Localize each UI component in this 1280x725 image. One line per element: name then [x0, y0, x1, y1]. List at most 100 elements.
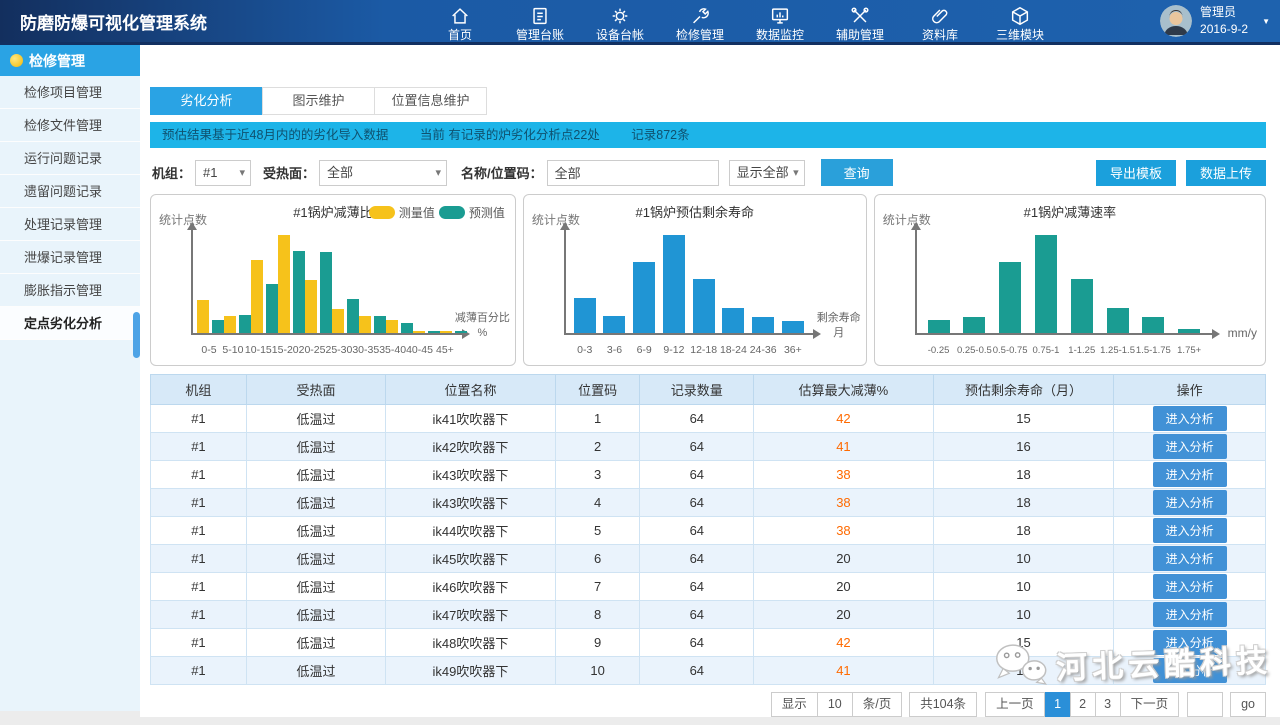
sidebar-item[interactable]: 泄爆记录管理	[0, 241, 140, 274]
y-axis	[191, 229, 193, 335]
go-button[interactable]: go	[1230, 692, 1266, 717]
bar-group	[659, 235, 689, 333]
bar-group	[251, 235, 278, 333]
sidebar-item[interactable]: 运行问题记录	[0, 142, 140, 175]
yellow-dot-icon	[10, 54, 23, 67]
chevron-down-icon[interactable]: ▼	[1262, 17, 1270, 26]
enter-analysis-button[interactable]: 进入分析	[1153, 546, 1227, 571]
cell-count: 64	[640, 573, 754, 601]
bar	[1071, 279, 1093, 333]
table-row: #1低温过ik41吹吹器下1644215进入分析	[151, 405, 1266, 433]
sidebar-item[interactable]: 检修文件管理	[0, 109, 140, 142]
cell-action: 进入分析	[1114, 545, 1266, 573]
bar	[603, 316, 625, 333]
nav-item-home[interactable]: 首页	[420, 2, 500, 41]
chart-xlabel: 剩余寿命月	[817, 311, 861, 341]
x-tick: 6-9	[629, 344, 659, 356]
x-axis	[191, 333, 463, 335]
legend-swatch	[369, 206, 395, 219]
display-select[interactable]: 显示全部	[729, 160, 805, 186]
nav-item-cube[interactable]: 三维模块	[980, 2, 1060, 41]
nav-item-paperclip[interactable]: 资料库	[900, 2, 980, 41]
unit-select[interactable]: #1	[195, 160, 251, 186]
nav-item-gear[interactable]: 设备台帐	[580, 2, 660, 41]
go-to-page-input[interactable]	[1187, 692, 1223, 717]
bar	[1107, 308, 1129, 333]
page-button-1[interactable]: 1	[1045, 692, 1071, 717]
legend-label: 预测值	[469, 204, 505, 221]
x-tick: 12-18	[689, 344, 719, 356]
bar-group	[359, 235, 386, 333]
nav-item-monitor[interactable]: 数据监控	[740, 2, 820, 41]
data-upload-button[interactable]: 数据上传	[1186, 160, 1266, 186]
export-template-button[interactable]: 导出模板	[1096, 160, 1176, 186]
tab-2[interactable]: 位置信息维护	[374, 87, 487, 115]
sidebar: 检修管理 检修项目管理检修文件管理运行问题记录遗留问题记录处理记录管理泄爆记录管…	[0, 45, 140, 711]
cell-count: 64	[640, 601, 754, 629]
cell-code: 8	[555, 601, 640, 629]
name-input[interactable]	[547, 160, 719, 186]
tab-1[interactable]: 图示维护	[262, 87, 375, 115]
cell-count: 64	[640, 657, 754, 685]
surface-select[interactable]: 全部	[319, 160, 447, 186]
cube-icon	[980, 5, 1060, 27]
x-tick: 24-36	[748, 344, 778, 356]
bar	[663, 235, 685, 333]
cell-code: 5	[555, 517, 640, 545]
sidebar-menu: 检修项目管理检修文件管理运行问题记录遗留问题记录处理记录管理泄爆记录管理膨胀指示…	[0, 76, 140, 340]
nav-item-tools[interactable]: 辅助管理	[820, 2, 900, 41]
next-page-button[interactable]: 下一页	[1120, 692, 1180, 717]
enter-analysis-button[interactable]: 进入分析	[1153, 490, 1227, 515]
enter-analysis-button[interactable]: 进入分析	[1153, 630, 1227, 655]
bar	[197, 300, 209, 333]
enter-analysis-button[interactable]: 进入分析	[1153, 658, 1227, 683]
chart-bars	[197, 235, 457, 333]
bar-group	[570, 235, 600, 333]
bar-group	[992, 235, 1028, 333]
sidebar-filler	[0, 340, 140, 711]
enter-analysis-button[interactable]: 进入分析	[1153, 462, 1227, 487]
bar	[413, 331, 425, 333]
nav-label: 管理台账	[500, 29, 580, 41]
cell-life: 16	[933, 657, 1114, 685]
nav-label: 设备台帐	[580, 29, 660, 41]
enter-analysis-button[interactable]: 进入分析	[1153, 602, 1227, 627]
enter-analysis-button[interactable]: 进入分析	[1153, 574, 1227, 599]
x-tick: 1-1.25	[1064, 345, 1100, 356]
enter-analysis-button[interactable]: 进入分析	[1153, 518, 1227, 543]
cell-name: ik48吹吹器下	[386, 629, 555, 657]
cell-name: ik47吹吹器下	[386, 601, 555, 629]
sidebar-item[interactable]: 膨胀指示管理	[0, 274, 140, 307]
sidebar-item[interactable]: 定点劣化分析	[0, 307, 140, 340]
page-size-select[interactable]: 10	[817, 692, 853, 717]
nav-item-wrench[interactable]: 检修管理	[660, 2, 740, 41]
main-content: 劣化分析图示维护位置信息维护 预估结果基于近48月内的的劣化导入数据 当前 有记…	[140, 45, 1280, 717]
enter-analysis-button[interactable]: 进入分析	[1153, 434, 1227, 459]
cell-surface: 低温过	[246, 657, 385, 685]
bar	[239, 315, 251, 333]
x-tick: 20-25	[299, 344, 326, 356]
records-table-body: #1低温过ik41吹吹器下1644215进入分析#1低温过ik42吹吹器下264…	[151, 405, 1266, 685]
page-button-3[interactable]: 3	[1095, 692, 1121, 717]
sidebar-item[interactable]: 检修项目管理	[0, 76, 140, 109]
table-header-cell: 预估剩余寿命（月）	[933, 375, 1114, 405]
bar	[320, 252, 332, 333]
sidebar-header[interactable]: 检修管理	[0, 45, 140, 76]
nav-item-ledger[interactable]: 管理台账	[500, 2, 580, 41]
bar	[928, 320, 950, 333]
tab-0[interactable]: 劣化分析	[150, 87, 263, 115]
filter-bar: 机组： #1 受热面： 全部 名称/位置码： 显示全部 查询 导出模板 数据上传	[150, 159, 1266, 186]
prev-page-button[interactable]: 上一页	[985, 692, 1045, 717]
user-box[interactable]: 管理员 2016-9-2	[1160, 4, 1248, 39]
bar	[266, 284, 278, 333]
search-button[interactable]: 查询	[821, 159, 893, 186]
chart-ylabel: 统计点数	[883, 211, 931, 228]
info-text-2: 当前 有记录的炉劣化分析点22处	[420, 128, 600, 142]
sidebar-item[interactable]: 处理记录管理	[0, 208, 140, 241]
x-tick: 40-45	[406, 344, 433, 356]
cell-life: 15	[933, 405, 1114, 433]
page-button-2[interactable]: 2	[1070, 692, 1096, 717]
sidebar-item[interactable]: 遗留问题记录	[0, 175, 140, 208]
enter-analysis-button[interactable]: 进入分析	[1153, 406, 1227, 431]
table-row: #1低温过ik48吹吹器下9644215进入分析	[151, 629, 1266, 657]
